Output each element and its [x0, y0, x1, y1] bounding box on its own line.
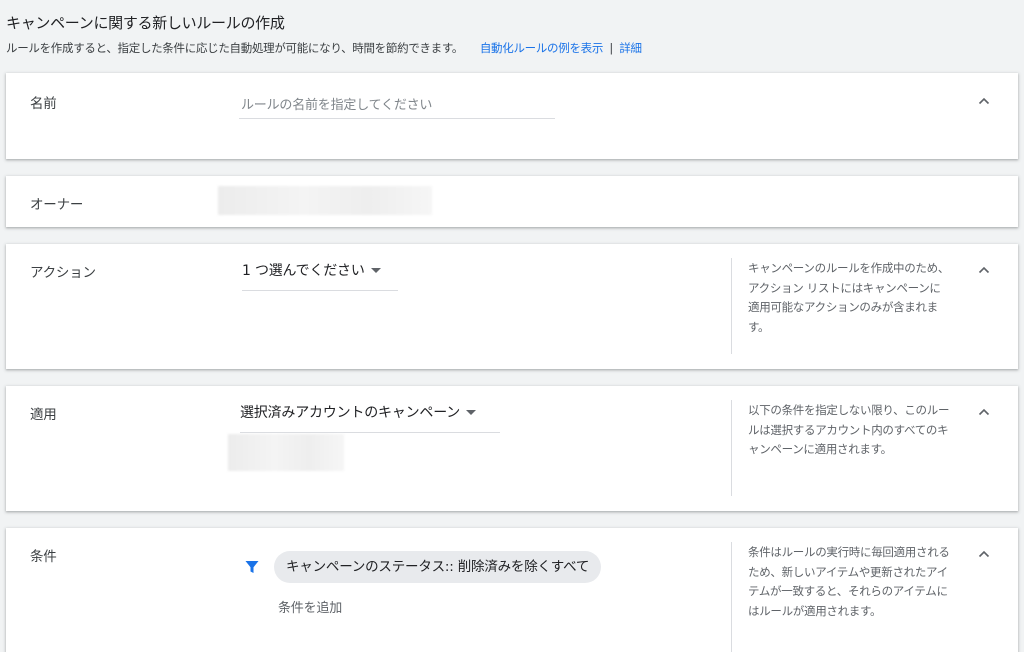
- page-description: ルールを作成すると、指定した条件に応じた自動処理が可能になり、時間を節約できます…: [6, 40, 642, 56]
- filter-icon: [244, 559, 260, 575]
- dropdown-arrow-icon: [466, 410, 477, 415]
- condition-chip[interactable]: キャンペーンのステータス:: 削除済みを除くすべて: [274, 551, 602, 583]
- examples-link[interactable]: 自動化ルールの例を表示: [480, 41, 604, 55]
- name-label: 名前: [30, 96, 57, 112]
- apply-dropdown-value: 選択済みアカウントのキャンペーン: [240, 405, 461, 421]
- action-help-text: キャンペーンのルールを作成中のため、アクション リストにはキャンペーンに適用可能…: [748, 261, 950, 334]
- action-dropdown[interactable]: 1 つ選んでください: [242, 260, 398, 291]
- collapse-chevron-up-icon[interactable]: [976, 404, 992, 420]
- owner-label: オーナー: [30, 197, 84, 213]
- selected-accounts-redacted: [228, 434, 344, 471]
- description-text: ルールを作成すると、指定した条件に応じた自動処理が可能になり、時間を節約できます…: [6, 41, 464, 55]
- collapse-chevron-up-icon[interactable]: [976, 262, 992, 278]
- name-card: 名前: [6, 73, 1018, 159]
- help-divider: [731, 400, 732, 496]
- rule-name-input[interactable]: [239, 93, 555, 119]
- apply-help-text: 以下の条件を指定しない限り、このルールは選択するアカウント内のすべてのキャンペー…: [748, 403, 950, 456]
- collapse-chevron-up-icon[interactable]: [976, 93, 992, 109]
- details-link[interactable]: 詳細: [619, 41, 642, 55]
- owner-value-redacted: [218, 186, 432, 215]
- apply-card: 適用 選択済みアカウントのキャンペーン 以下の条件を指定しない限り、このルールは…: [6, 386, 1018, 511]
- action-dropdown-value: 1 つ選んでください: [242, 263, 365, 279]
- apply-dropdown[interactable]: 選択済みアカウントのキャンペーン: [240, 402, 500, 433]
- dropdown-arrow-icon: [370, 268, 381, 273]
- add-condition-button[interactable]: 条件を追加: [278, 597, 342, 616]
- help-divider: [731, 542, 732, 652]
- action-label: アクション: [30, 265, 96, 281]
- apply-label: 適用: [30, 407, 57, 423]
- help-divider: [731, 258, 732, 354]
- action-card: アクション 1 つ選んでください キャンペーンのルールを作成中のため、アクション…: [6, 244, 1018, 369]
- collapse-chevron-up-icon[interactable]: [976, 546, 992, 562]
- condition-label: 条件: [30, 549, 57, 565]
- page-title: キャンペーンに関する新しいルールの作成: [6, 14, 285, 32]
- condition-card: 条件 キャンペーンのステータス:: 削除済みを除くすべて 条件を追加 条件はルー…: [6, 528, 1018, 652]
- owner-card: オーナー: [6, 176, 1018, 227]
- link-separator: |: [609, 41, 613, 55]
- condition-help-text: 条件はルールの実行時に毎回適用されるため、新しいアイテムや更新されたアイテムが一…: [748, 545, 950, 618]
